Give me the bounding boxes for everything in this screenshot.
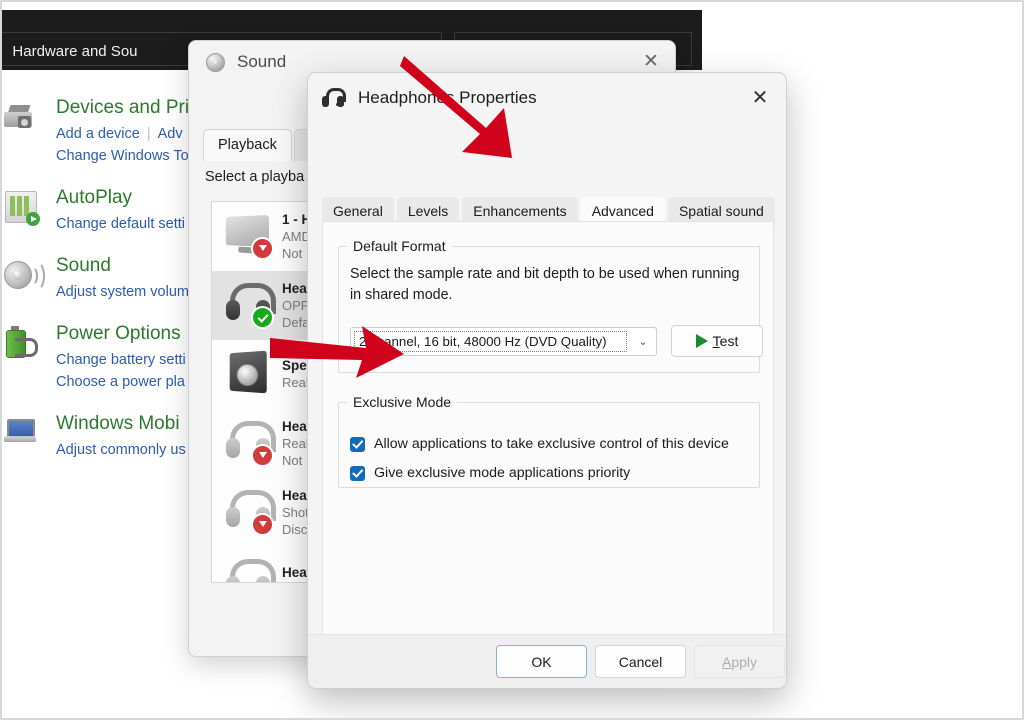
checkbox-checked-icon[interactable]: [350, 436, 365, 452]
device-driver: Shot: [282, 504, 309, 520]
tab-playback[interactable]: Playback: [203, 129, 292, 161]
link-add-a-device[interactable]: Add a device: [56, 126, 140, 142]
dialog-titlebar: Headphones Properties: [308, 73, 786, 123]
chevron-right-icon: ❯: [2, 45, 3, 59]
chevron-down-icon: ⌄: [638, 336, 648, 348]
dialog-footer: OK Cancel Apply: [308, 634, 786, 688]
breadcrumb: anel ❯ Hardware and Sou: [2, 43, 138, 60]
checkbox-exclusive-priority[interactable]: Give exclusive mode applications priorit…: [350, 465, 630, 481]
breadcrumb-item-1[interactable]: Hardware and Sou: [12, 43, 137, 60]
device-name: Hea: [282, 565, 307, 580]
mobility-icon: [2, 411, 42, 451]
close-icon[interactable]: ✕: [750, 88, 770, 109]
disabled-badge-icon: [251, 444, 274, 467]
checkbox-label: Allow applications to take exclusive con…: [374, 436, 729, 452]
device-status: Defa: [282, 314, 310, 330]
dialog-title: Headphones Properties: [358, 88, 537, 107]
sample-rate-dropdown[interactable]: 2 channel, 16 bit, 48000 Hz (DVD Quality…: [350, 327, 657, 356]
headphones-dark-icon: [220, 279, 282, 331]
link-adjust-commonly-used[interactable]: Adjust commonly us: [56, 442, 186, 458]
category-heading[interactable]: Windows Mobi: [56, 412, 186, 436]
device-status: Not: [282, 452, 303, 468]
sound-icon: [2, 253, 45, 293]
apply-accesskey: A: [721, 653, 732, 670]
disabled-badge-icon: [251, 513, 274, 536]
screenshot-root: anel ❯ Hardware and Sou Devices and Pri …: [0, 0, 1024, 720]
device-status: Disc: [282, 521, 308, 537]
device-name: Hea: [282, 487, 307, 503]
cancel-button[interactable]: Cancel: [595, 645, 686, 678]
autoplay-icon: [2, 185, 42, 226]
checkbox-allow-exclusive-control[interactable]: Allow applications to take exclusive con…: [350, 436, 729, 452]
apply-button[interactable]: Apply: [694, 645, 785, 678]
category-heading[interactable]: Devices and Pri: [56, 96, 189, 120]
sound-window-title: Sound: [237, 52, 287, 71]
device-name: Hea: [282, 418, 307, 434]
checkbox-label: Give exclusive mode applications priorit…: [374, 465, 631, 481]
device-name: Hea: [282, 280, 307, 296]
link-change-windows-to[interactable]: Change Windows To: [56, 148, 189, 164]
close-icon[interactable]: ✕: [641, 52, 661, 72]
default-format-legend: Default Format: [353, 238, 446, 254]
speaker-icon: [220, 348, 282, 400]
link-adjust-system-volume[interactable]: Adjust system volum: [56, 284, 189, 300]
test-button[interactable]: Test: [671, 325, 763, 357]
test-accesskey: T: [712, 333, 720, 349]
headphones-properties-dialog: Headphones Properties ✕ General Levels E…: [307, 72, 787, 689]
disabled-badge-icon: [251, 237, 274, 260]
link-divider: |: [146, 126, 151, 142]
headset-icon: [220, 417, 282, 469]
link-advanced[interactable]: Adv: [158, 126, 183, 142]
sample-rate-value: 2 channel, 16 bit, 48000 Hz (DVD Quality…: [354, 331, 627, 352]
monitor-icon: [220, 210, 282, 262]
checkbox-checked-icon[interactable]: [350, 465, 365, 481]
power-icon: [2, 321, 42, 361]
playback-instruction: Select a playba: [205, 169, 305, 185]
device-driver: Real: [282, 435, 309, 451]
advanced-tab-panel: Default Format Select the sample rate an…: [322, 221, 774, 646]
headset-icon: [220, 486, 282, 538]
default-format-description: Select the sample rate and bit depth to …: [350, 266, 740, 303]
default-device-badge-icon: [251, 306, 274, 329]
ok-button[interactable]: OK: [496, 645, 587, 678]
link-choose-a-power-plan[interactable]: Choose a power pla: [56, 374, 185, 390]
category-heading[interactable]: Sound: [56, 254, 189, 278]
test-button-label: Test: [712, 333, 739, 349]
headset-icon: [220, 555, 282, 582]
link-change-default-settings[interactable]: Change default setti: [56, 216, 185, 232]
device-driver: OPP: [282, 297, 310, 313]
device-name: Spe: [282, 358, 307, 373]
device-driver: Real: [282, 375, 309, 390]
speaker-icon: [205, 52, 225, 72]
play-icon: [695, 334, 708, 348]
category-heading[interactable]: Power Options: [56, 322, 186, 346]
exclusive-mode-legend: Exclusive Mode: [353, 394, 452, 410]
device-driver: Shot: [282, 581, 309, 582]
category-heading[interactable]: AutoPlay: [56, 186, 185, 210]
apply-suffix: pply: [731, 653, 758, 670]
headset-icon: [322, 88, 346, 108]
link-change-battery-settings[interactable]: Change battery setti: [56, 352, 186, 368]
printer-icon: [2, 95, 42, 135]
